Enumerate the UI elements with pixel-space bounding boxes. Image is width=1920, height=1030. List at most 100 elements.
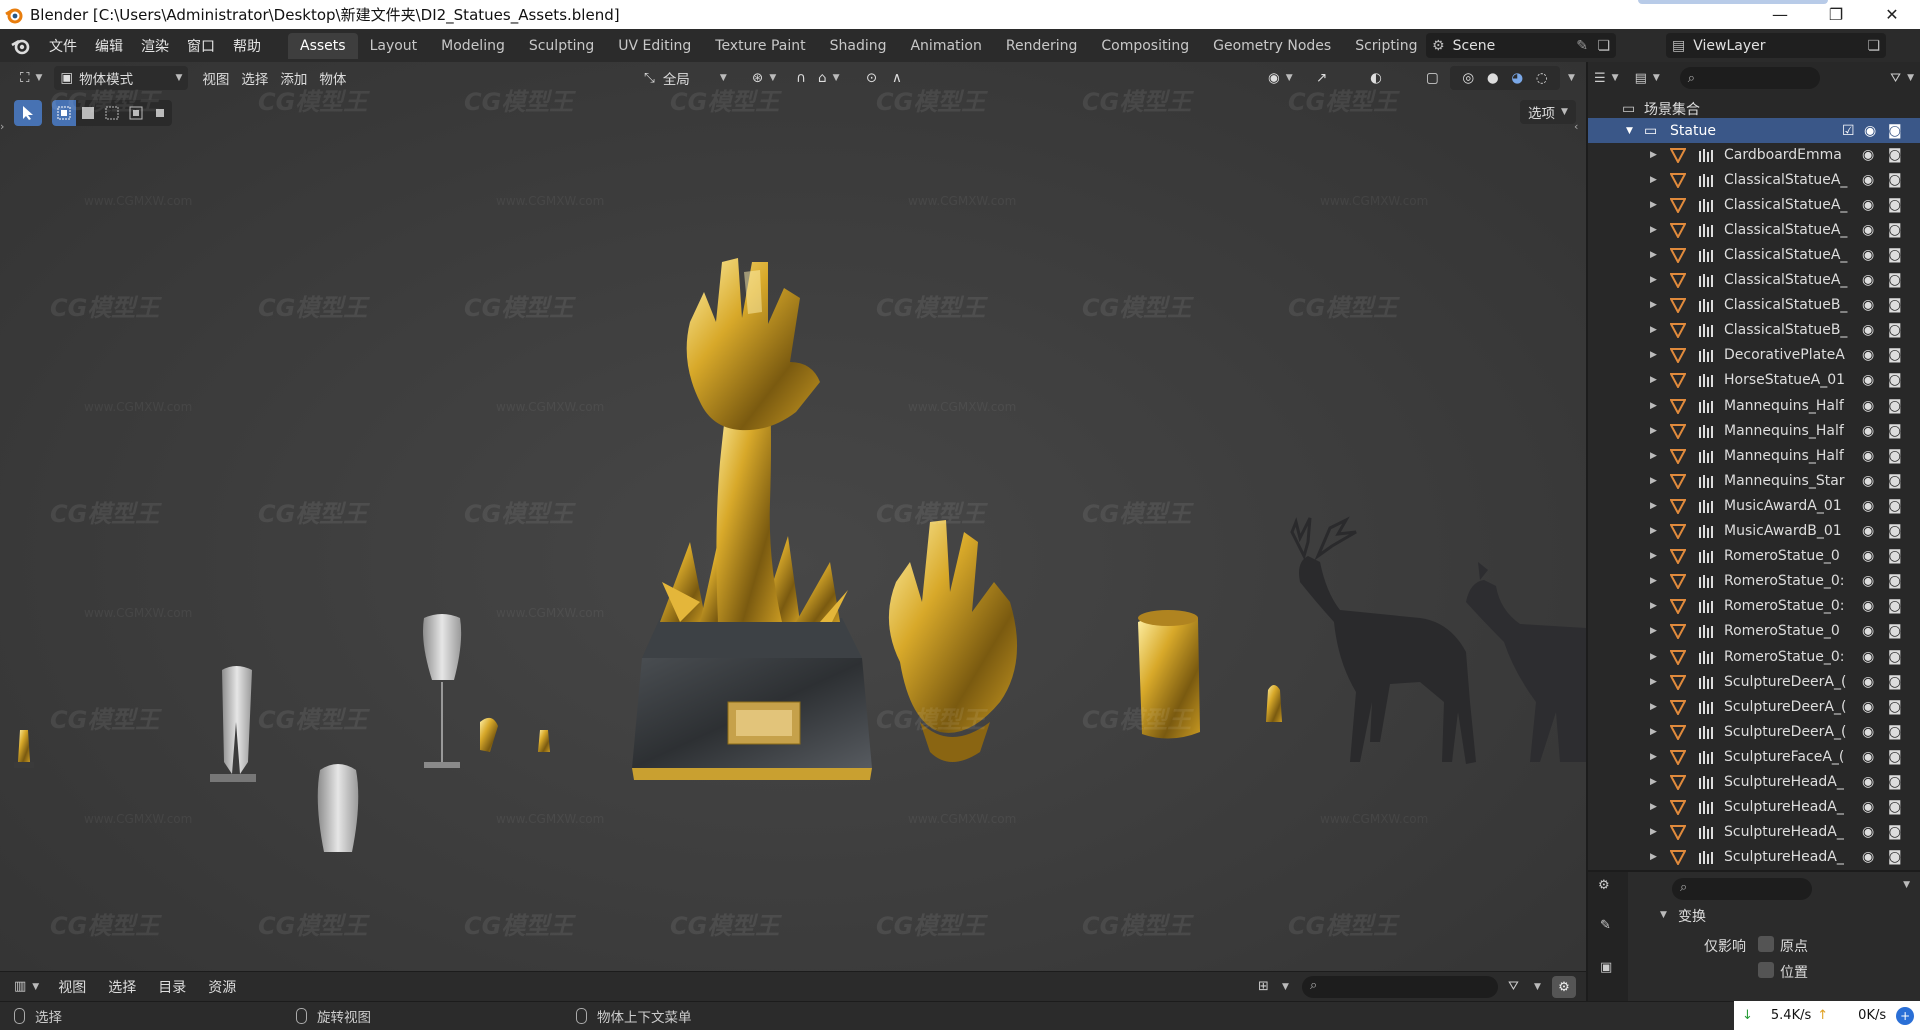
camera-icon[interactable]: ◙	[1888, 297, 1902, 313]
camera-icon[interactable]: ◙	[1888, 523, 1902, 539]
expand-arrow-icon[interactable]: ▶	[1650, 325, 1657, 335]
close-button[interactable]: ✕	[1864, 0, 1920, 29]
expand-arrow-icon[interactable]: ▶	[1650, 225, 1657, 235]
expand-arrow-icon[interactable]: ▶	[1650, 752, 1657, 762]
filter-icon[interactable]: ⛛	[1890, 71, 1901, 86]
tab-texture-paint[interactable]: Texture Paint	[703, 33, 817, 59]
camera-icon[interactable]: ◙	[1888, 448, 1902, 464]
outliner-item[interactable]: ▶ ClassicalStatueA_ ◉ ◙	[1588, 167, 1920, 192]
outliner-item[interactable]: ▶ ClassicalStatueA_ ◉ ◙	[1588, 192, 1920, 217]
tab-compositing[interactable]: Compositing	[1089, 33, 1201, 59]
menu-help[interactable]: 帮助	[224, 36, 270, 56]
camera-icon[interactable]: ◙	[1888, 197, 1902, 213]
asset-search-input[interactable]: ⌕	[1302, 976, 1498, 998]
camera-icon[interactable]: ◙	[1888, 372, 1902, 388]
outliner-item[interactable]: ▶ RomeroStatue_0: ◉ ◙	[1588, 644, 1920, 669]
expand-arrow-icon[interactable]: ▶	[1650, 551, 1657, 561]
tab-uv-editing[interactable]: UV Editing	[606, 33, 703, 59]
add-icon[interactable]: +	[1896, 1006, 1915, 1025]
eye-icon[interactable]: ◉	[1862, 423, 1874, 439]
black-deer-sculpture[interactable]	[1290, 516, 1476, 764]
tab-rendering[interactable]: Rendering	[994, 33, 1090, 59]
camera-icon[interactable]: ◙	[1888, 247, 1902, 263]
outliner-item[interactable]: ▶ CardboardEmma ◉ ◙	[1588, 142, 1920, 167]
tab-layout[interactable]: Layout	[358, 33, 430, 59]
eye-icon[interactable]: ◉	[1862, 749, 1874, 765]
location-checkbox[interactable]	[1758, 962, 1774, 978]
expand-arrow-icon[interactable]: ▶	[1650, 652, 1657, 662]
render-tab-icon[interactable]: ▣	[1600, 960, 1612, 975]
eye-icon[interactable]: ◉	[1862, 699, 1874, 715]
camera-icon[interactable]: ◙	[1888, 498, 1902, 514]
gear-icon[interactable]: ⚙	[1552, 976, 1576, 998]
outliner-item[interactable]: ▶ HorseStatueA_01 ◉ ◙	[1588, 368, 1920, 393]
outliner-search-input[interactable]: ⌕	[1679, 67, 1820, 89]
camera-icon[interactable]: ◙	[1888, 222, 1902, 238]
eye-icon[interactable]: ◉	[1862, 372, 1874, 388]
eye-icon[interactable]: ◉	[1862, 573, 1874, 589]
expand-arrow-icon[interactable]: ▶	[1650, 526, 1657, 536]
scene-selector[interactable]: ⚙ Scene ✎ ❏	[1426, 33, 1616, 58]
camera-icon[interactable]: ◙	[1888, 322, 1902, 338]
small-gold-statue-left[interactable]	[14, 730, 34, 768]
display-grid-icon[interactable]: ⊞	[1258, 979, 1269, 994]
camera-icon[interactable]: ◙	[1888, 749, 1902, 765]
black-deer-sculpture-2[interactable]	[1466, 562, 1586, 762]
eye-icon[interactable]: ◉	[1864, 123, 1876, 139]
outliner-item[interactable]: ▶ RomeroStatue_0 ◉ ◙	[1588, 544, 1920, 569]
eye-icon[interactable]: ◉	[1862, 247, 1874, 263]
tab-animation[interactable]: Animation	[898, 33, 993, 59]
camera-icon[interactable]: ◙	[1888, 649, 1902, 665]
outliner-item[interactable]: ▶ SculptureDeerA_(◉ ◙	[1588, 719, 1920, 744]
tool-tab-icon[interactable]: ✎	[1600, 918, 1611, 933]
camera-icon[interactable]: ◙	[1888, 573, 1902, 589]
3d-viewport[interactable]: ⛶ ▼ ▣ 物体模式 ▼ 视图 选择 添加 物体 ⤡ 全局 ▼ ⊛ ▼ ∩ ⌂ ▼ ⊙…	[0, 62, 1586, 971]
new-view-layer-icon[interactable]: ❏	[1867, 38, 1880, 54]
outliner-item[interactable]: ▶ ClassicalStatueA_ ◉ ◙	[1588, 268, 1920, 293]
menu-window[interactable]: 窗口	[178, 36, 224, 56]
outliner-item[interactable]: ▶ RomeroStatue_0: ◉ ◙	[1588, 594, 1920, 619]
eye-icon[interactable]: ◉	[1862, 523, 1874, 539]
camera-icon[interactable]: ◙	[1888, 674, 1902, 690]
outliner-item[interactable]: ▶ ClassicalStatueA_ ◉ ◙	[1588, 242, 1920, 267]
view-layer-selector[interactable]: ▤ ViewLayer ❏	[1666, 33, 1886, 58]
eye-icon[interactable]: ◉	[1862, 674, 1874, 690]
minimize-button[interactable]: —	[1752, 0, 1808, 29]
outliner-item[interactable]: ▶ ClassicalStatueB_ ◉ ◙	[1588, 293, 1920, 318]
asset-browser-editor-icon[interactable]: ▥	[14, 979, 26, 994]
small-gold-figurine[interactable]	[1266, 685, 1282, 722]
outliner-item[interactable]: ▶ MusicAwardA_01 ◉ ◙	[1588, 493, 1920, 518]
outliner-item[interactable]: ▶ SculptureHeadA_ ◉ ◙	[1588, 845, 1920, 870]
eye-icon[interactable]: ◉	[1862, 172, 1874, 188]
eye-icon[interactable]: ◉	[1862, 598, 1874, 614]
expand-arrow-icon[interactable]: ▶	[1650, 401, 1657, 411]
eye-icon[interactable]: ◉	[1862, 724, 1874, 740]
eye-icon[interactable]: ◉	[1862, 799, 1874, 815]
expand-arrow-icon[interactable]: ▶	[1650, 677, 1657, 687]
camera-icon[interactable]: ◙	[1888, 272, 1902, 288]
tab-shading[interactable]: Shading	[818, 33, 899, 59]
eye-icon[interactable]: ◉	[1862, 498, 1874, 514]
tab-scripting[interactable]: Scripting	[1343, 33, 1429, 59]
camera-icon[interactable]: ◙	[1888, 799, 1902, 815]
expand-arrow-icon[interactable]: ▼	[1626, 126, 1633, 136]
expand-arrow-icon[interactable]: ▶	[1650, 601, 1657, 611]
expand-arrow-icon[interactable]: ▶	[1650, 250, 1657, 260]
expand-arrow-icon[interactable]: ▶	[1650, 451, 1657, 461]
outliner-item[interactable]: ▶ Mannequins_Star ◉ ◙	[1588, 468, 1920, 493]
expand-arrow-icon[interactable]: ▶	[1650, 175, 1657, 185]
expand-arrow-icon[interactable]: ▶	[1650, 200, 1657, 210]
asset-menu-view[interactable]: 视图	[47, 977, 97, 997]
eye-icon[interactable]: ◉	[1862, 548, 1874, 564]
menu-file[interactable]: 文件	[40, 36, 86, 56]
eye-icon[interactable]: ◉	[1862, 222, 1874, 238]
tab-modeling[interactable]: Modeling	[429, 33, 517, 59]
camera-icon[interactable]: ◙	[1888, 623, 1902, 639]
asset-menu-catalog[interactable]: 目录	[147, 977, 197, 997]
tab-assets[interactable]: Assets	[288, 32, 358, 59]
menu-render[interactable]: 渲染	[132, 36, 178, 56]
camera-icon[interactable]: ◙	[1888, 423, 1902, 439]
camera-icon[interactable]: ◙	[1888, 699, 1902, 715]
outliner-item[interactable]: ▶ SculptureFaceA_(◉ ◙	[1588, 744, 1920, 769]
camera-icon[interactable]: ◙	[1888, 347, 1902, 363]
